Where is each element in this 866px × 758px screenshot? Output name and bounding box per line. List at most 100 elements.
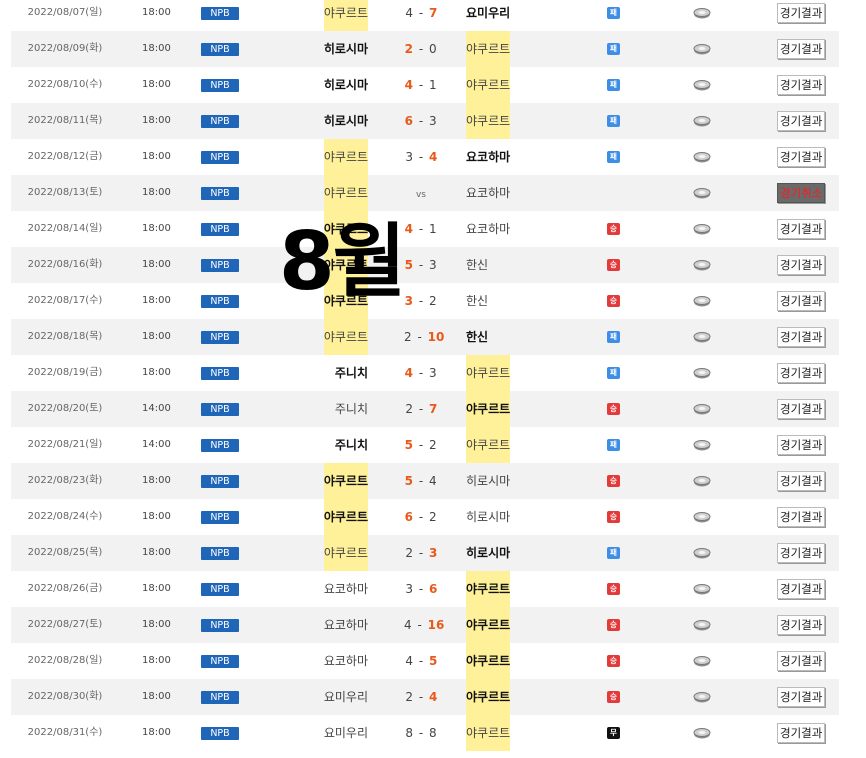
away-team[interactable]: 야쿠르트	[466, 715, 511, 751]
home-team[interactable]: 히로시마	[324, 103, 368, 139]
league-badge[interactable]: NPB	[201, 402, 239, 416]
league-badge[interactable]: NPB	[201, 366, 239, 380]
game-result-button[interactable]: 경기결과	[777, 615, 826, 635]
home-team[interactable]: 주니치	[335, 427, 368, 463]
baseball-icon[interactable]	[693, 512, 713, 523]
baseball-icon[interactable]	[693, 152, 713, 163]
home-team[interactable]: 주니치	[335, 391, 368, 427]
game-result-button[interactable]: 경기결과	[777, 147, 826, 167]
baseball-icon[interactable]	[693, 8, 713, 19]
baseball-icon[interactable]	[693, 476, 713, 487]
away-team[interactable]: 야쿠르트	[466, 607, 511, 643]
away-team[interactable]: 한신	[466, 283, 488, 319]
baseball-icon[interactable]	[693, 80, 713, 91]
league-badge[interactable]: NPB	[201, 582, 239, 596]
home-team[interactable]: 히로시마	[324, 67, 368, 103]
home-team[interactable]: 야쿠르트	[323, 175, 368, 211]
league-badge[interactable]: NPB	[201, 330, 239, 344]
game-result-button[interactable]: 경기취소	[777, 183, 826, 203]
game-result-button[interactable]: 경기결과	[777, 75, 826, 95]
league-badge[interactable]: NPB	[201, 726, 239, 740]
baseball-icon[interactable]	[693, 332, 713, 343]
league-badge[interactable]: NPB	[201, 438, 239, 452]
away-team[interactable]: 요미우리	[466, 0, 510, 31]
baseball-icon[interactable]	[693, 404, 713, 415]
league-badge[interactable]: NPB	[201, 78, 239, 92]
game-result-button[interactable]: 경기결과	[777, 111, 826, 131]
league-badge[interactable]: NPB	[201, 294, 239, 308]
league-badge[interactable]: NPB	[201, 546, 239, 560]
home-team[interactable]: 야쿠르트	[323, 463, 368, 499]
baseball-icon[interactable]	[693, 296, 713, 307]
home-team[interactable]: 주니치	[335, 355, 368, 391]
home-team[interactable]: 요미우리	[324, 679, 368, 715]
baseball-icon[interactable]	[693, 620, 713, 631]
game-result-button[interactable]: 경기결과	[777, 435, 826, 455]
away-team[interactable]: 야쿠르트	[466, 355, 511, 391]
league-badge[interactable]: NPB	[201, 474, 239, 488]
game-result-button[interactable]: 경기결과	[777, 543, 826, 563]
away-team[interactable]: 야쿠르트	[466, 427, 511, 463]
game-result-button[interactable]: 경기결과	[777, 219, 826, 239]
home-team[interactable]: 야쿠르트	[323, 499, 368, 535]
league-badge[interactable]: NPB	[201, 258, 239, 272]
game-result-button[interactable]: 경기결과	[777, 291, 826, 311]
home-team[interactable]: 야쿠르트	[323, 535, 368, 571]
home-team[interactable]: 야쿠르트	[323, 319, 368, 355]
baseball-icon[interactable]	[693, 584, 713, 595]
league-badge[interactable]: NPB	[201, 618, 239, 632]
baseball-icon[interactable]	[693, 728, 713, 739]
home-team[interactable]: 요코하마	[324, 571, 368, 607]
game-result-button[interactable]: 경기결과	[777, 255, 826, 275]
away-team[interactable]: 요코하마	[466, 211, 510, 247]
away-team[interactable]: 한신	[466, 247, 488, 283]
league-badge[interactable]: NPB	[201, 654, 239, 668]
away-team[interactable]: 히로시마	[466, 499, 510, 535]
baseball-icon[interactable]	[693, 548, 713, 559]
game-result-button[interactable]: 경기결과	[777, 723, 826, 743]
home-team[interactable]: 히로시마	[324, 31, 368, 67]
league-badge[interactable]: NPB	[201, 6, 239, 20]
league-badge[interactable]: NPB	[201, 42, 239, 56]
baseball-icon[interactable]	[693, 44, 713, 55]
league-badge[interactable]: NPB	[201, 510, 239, 524]
game-result-button[interactable]: 경기결과	[777, 507, 826, 527]
home-team[interactable]: 요미우리	[324, 715, 368, 751]
league-badge[interactable]: NPB	[201, 222, 239, 236]
league-badge[interactable]: NPB	[201, 690, 239, 704]
game-result-button[interactable]: 경기결과	[777, 363, 826, 383]
home-team[interactable]: 야쿠르트	[323, 139, 368, 175]
baseball-icon[interactable]	[693, 656, 713, 667]
home-team[interactable]: 야쿠르트	[323, 0, 368, 31]
game-result-button[interactable]: 경기결과	[777, 687, 826, 707]
away-team[interactable]: 요코하마	[466, 139, 510, 175]
baseball-icon[interactable]	[693, 368, 713, 379]
away-team[interactable]: 야쿠르트	[466, 643, 511, 679]
league-badge[interactable]: NPB	[201, 186, 239, 200]
game-result-button[interactable]: 경기결과	[777, 3, 826, 23]
game-result-button[interactable]: 경기결과	[777, 39, 826, 59]
game-result-button[interactable]: 경기결과	[777, 471, 826, 491]
baseball-icon[interactable]	[693, 116, 713, 127]
away-team[interactable]: 야쿠르트	[466, 103, 511, 139]
baseball-icon[interactable]	[693, 188, 713, 199]
baseball-icon[interactable]	[693, 692, 713, 703]
baseball-icon[interactable]	[693, 224, 713, 235]
home-team[interactable]: 요코하마	[324, 643, 368, 679]
home-team[interactable]: 요코하마	[324, 607, 368, 643]
away-team[interactable]: 히로시마	[466, 463, 510, 499]
away-team[interactable]: 야쿠르트	[466, 67, 511, 103]
baseball-icon[interactable]	[693, 260, 713, 271]
away-team[interactable]: 한신	[466, 319, 488, 355]
away-team[interactable]: 야쿠르트	[466, 571, 511, 607]
game-result-button[interactable]: 경기결과	[777, 327, 826, 347]
away-team[interactable]: 요코하마	[466, 175, 510, 211]
league-badge[interactable]: NPB	[201, 150, 239, 164]
baseball-icon[interactable]	[693, 440, 713, 451]
game-result-button[interactable]: 경기결과	[777, 651, 826, 671]
away-team[interactable]: 야쿠르트	[466, 391, 511, 427]
league-badge[interactable]: NPB	[201, 114, 239, 128]
away-team[interactable]: 야쿠르트	[466, 679, 511, 715]
away-team[interactable]: 야쿠르트	[466, 31, 511, 67]
game-result-button[interactable]: 경기결과	[777, 399, 826, 419]
